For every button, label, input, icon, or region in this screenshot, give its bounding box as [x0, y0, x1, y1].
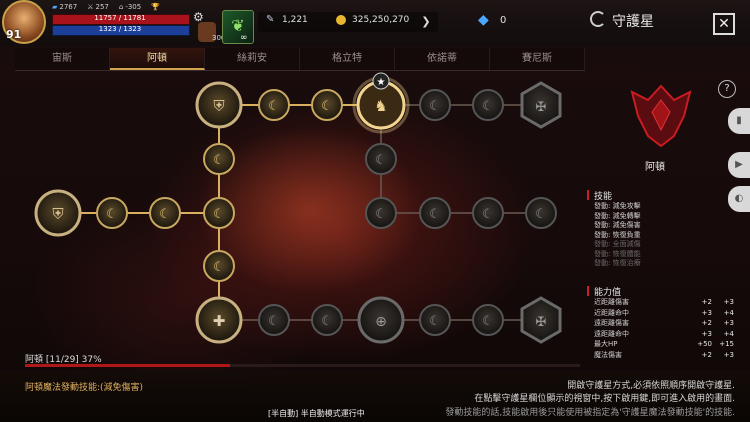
- svg-text:⛨: ⛨: [213, 97, 224, 115]
- svg-text:☾: ☾: [106, 207, 118, 222]
- svg-text:☾: ☾: [482, 314, 494, 329]
- skill-item: 發動: 減免傷害: [594, 221, 641, 229]
- abilities-bar: [587, 286, 589, 296]
- ability-current: +2: [701, 319, 712, 327]
- node-major-lit[interactable]: ⛨: [34, 189, 82, 237]
- node-locked[interactable]: ☾: [525, 197, 557, 229]
- ability-next: +4: [723, 329, 734, 338]
- node-lit[interactable]: ☾: [203, 197, 235, 229]
- svg-text:☾: ☾: [429, 207, 441, 222]
- node-lit[interactable]: ☾: [149, 197, 181, 229]
- svg-text:☾: ☾: [213, 260, 225, 275]
- ability-name: 遠距離命中: [594, 329, 629, 338]
- svg-text:☾: ☾: [159, 207, 171, 222]
- svg-text:✠: ✠: [536, 315, 547, 330]
- svg-text:☾: ☾: [429, 314, 441, 329]
- node-locked[interactable]: ☾: [258, 304, 290, 336]
- ability-current: +2: [701, 350, 712, 359]
- node-major-locked[interactable]: ✠: [520, 296, 562, 344]
- ability-next: +3: [723, 298, 734, 306]
- abilities-title: 能力值: [594, 288, 622, 298]
- ability-next: +3: [723, 350, 734, 359]
- node-lit[interactable]: ☾: [311, 89, 343, 121]
- svg-text:★: ★: [377, 77, 386, 88]
- svg-text:☾: ☾: [321, 99, 333, 114]
- help-text-1: 開啟守護星方式,必須依照順序開啟守護星.: [567, 381, 735, 391]
- node-locked[interactable]: ☾: [472, 304, 504, 336]
- node-major-lit[interactable]: ✚: [195, 296, 243, 344]
- node-lit[interactable]: ☾: [203, 250, 235, 282]
- ability-next: +4: [723, 308, 734, 317]
- svg-text:☾: ☾: [268, 99, 280, 114]
- skill-item: 發動: 恢復治療: [594, 259, 641, 267]
- progress-fill: [25, 364, 231, 367]
- skills-bar: [587, 190, 589, 200]
- ability-name: 近距離傷害: [594, 298, 629, 306]
- node-major-locked[interactable]: ⊕: [357, 296, 405, 344]
- svg-text:☾: ☾: [375, 153, 387, 168]
- ability-current: +50: [697, 340, 712, 348]
- svg-text:☾: ☾: [321, 314, 333, 329]
- skill-item: 發動: 恢復體能: [594, 249, 641, 258]
- node-locked[interactable]: ☾: [419, 89, 451, 121]
- node-locked[interactable]: ☾: [311, 304, 343, 336]
- skill-item: 發動: 恢復負重: [594, 230, 641, 239]
- ability-name: 魔法傷害: [594, 350, 622, 359]
- svg-text:☾: ☾: [268, 314, 280, 329]
- svg-text:⛨: ⛨: [52, 205, 63, 223]
- ability-name: 遠距離傷害: [594, 319, 629, 327]
- svg-text:☾: ☾: [535, 207, 547, 222]
- node-lit[interactable]: ☾: [258, 89, 290, 121]
- svg-text:☾: ☾: [482, 207, 494, 222]
- help-icon[interactable]: ?: [718, 80, 736, 98]
- svg-text:☾: ☾: [213, 207, 225, 222]
- skill-item: 發動: 全面減傷: [594, 240, 641, 248]
- ability-current: +3: [701, 308, 712, 317]
- ability-name: 最大HP: [594, 340, 618, 348]
- ability-next: +3: [723, 319, 734, 327]
- help-text-3: 發動技能的話,技能啟用後只能使用被指定為'守護星魔法發動技能'的技能.: [445, 408, 735, 418]
- node-major-lit[interactable]: ⛨: [195, 81, 243, 129]
- skills-title: 技能: [594, 192, 613, 202]
- svg-text:☾: ☾: [429, 99, 441, 114]
- side-tab-scroll-icon[interactable]: ▮: [728, 108, 750, 134]
- ability-current: +2: [701, 298, 712, 306]
- emblem-name: 阿頓: [645, 162, 665, 173]
- magic-skill-line: 阿頓魔法發動技能:(減免傷害): [25, 383, 144, 393]
- auto-mode-status: [半自動] 半自動模式運行中: [268, 409, 365, 418]
- star-badge-icon: ★: [372, 72, 390, 90]
- side-tab-play-icon[interactable]: ▶: [728, 152, 750, 178]
- node-locked[interactable]: ☾: [365, 197, 397, 229]
- aton-emblem-icon: [630, 84, 692, 148]
- svg-text:⊕: ⊕: [375, 314, 387, 330]
- node-locked[interactable]: ☾: [419, 304, 451, 336]
- node-locked[interactable]: ☾: [472, 197, 504, 229]
- node-locked[interactable]: ☾: [419, 197, 451, 229]
- svg-text:☾: ☾: [482, 99, 494, 114]
- node-locked[interactable]: ☾: [365, 143, 397, 175]
- node-lit[interactable]: ☾: [203, 143, 235, 175]
- ability-current: +3: [701, 329, 712, 338]
- svg-text:☾: ☾: [213, 153, 225, 168]
- ability-name: 近距離命中: [594, 308, 629, 317]
- skill-item: 發動: 減免轉擊: [594, 211, 641, 220]
- svg-text:✚: ✚: [213, 312, 226, 330]
- skill-item: 發動: 減免攻擊: [594, 202, 641, 210]
- help-text-2: 在點擊守護星欄位顯示的視窗中,按下啟用鍵,即可進入啟用的畫面.: [474, 394, 735, 404]
- node-lit[interactable]: ☾: [96, 197, 128, 229]
- ability-next: +15: [719, 340, 734, 348]
- svg-text:✠: ✠: [536, 100, 547, 115]
- svg-text:☾: ☾: [375, 207, 387, 222]
- svg-text:♞: ♞: [374, 97, 387, 115]
- node-locked[interactable]: ☾: [472, 89, 504, 121]
- side-tab-swirl-icon[interactable]: ◐: [728, 186, 750, 212]
- node-major-locked[interactable]: ✠: [520, 81, 562, 129]
